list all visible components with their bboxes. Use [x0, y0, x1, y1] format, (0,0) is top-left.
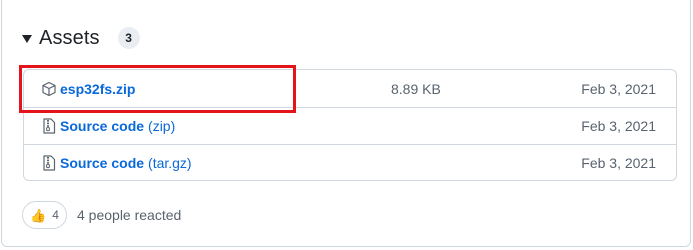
reaction-count: 4 [52, 208, 59, 222]
caret-down-icon [22, 34, 32, 43]
file-zip-icon [41, 118, 57, 134]
asset-date: Feb 3, 2021 [581, 80, 656, 97]
asset-date: Feb 3, 2021 [581, 155, 656, 171]
file-zip-icon [41, 155, 57, 171]
asset-row: esp32fs.zip 8.89 KB Feb 3, 2021 [24, 70, 676, 107]
asset-date: Feb 3, 2021 [581, 118, 656, 134]
package-icon [41, 81, 57, 97]
asset-row: Source code (tar.gz) Feb 3, 2021 [24, 144, 676, 180]
assets-title: Assets [39, 26, 100, 49]
source-code-zip-link[interactable]: Source code (zip) [60, 118, 175, 134]
reaction-summary: 4 people reacted [77, 207, 182, 223]
assets-list: esp32fs.zip 8.89 KB Feb 3, 2021 Source c… [23, 69, 677, 181]
asset-size: 8.89 KB [391, 80, 441, 97]
reaction-thumbs-up-button[interactable]: 👍 4 [22, 201, 67, 229]
source-code-targz-link[interactable]: Source code (tar.gz) [60, 155, 192, 171]
assets-toggle[interactable]: Assets 3 [22, 24, 140, 52]
asset-row: Source code (zip) Feb 3, 2021 [24, 107, 676, 144]
thumbs-up-icon: 👍 [30, 207, 47, 223]
asset-download-link[interactable]: esp32fs.zip [60, 81, 135, 97]
assets-count-badge: 3 [117, 27, 140, 49]
